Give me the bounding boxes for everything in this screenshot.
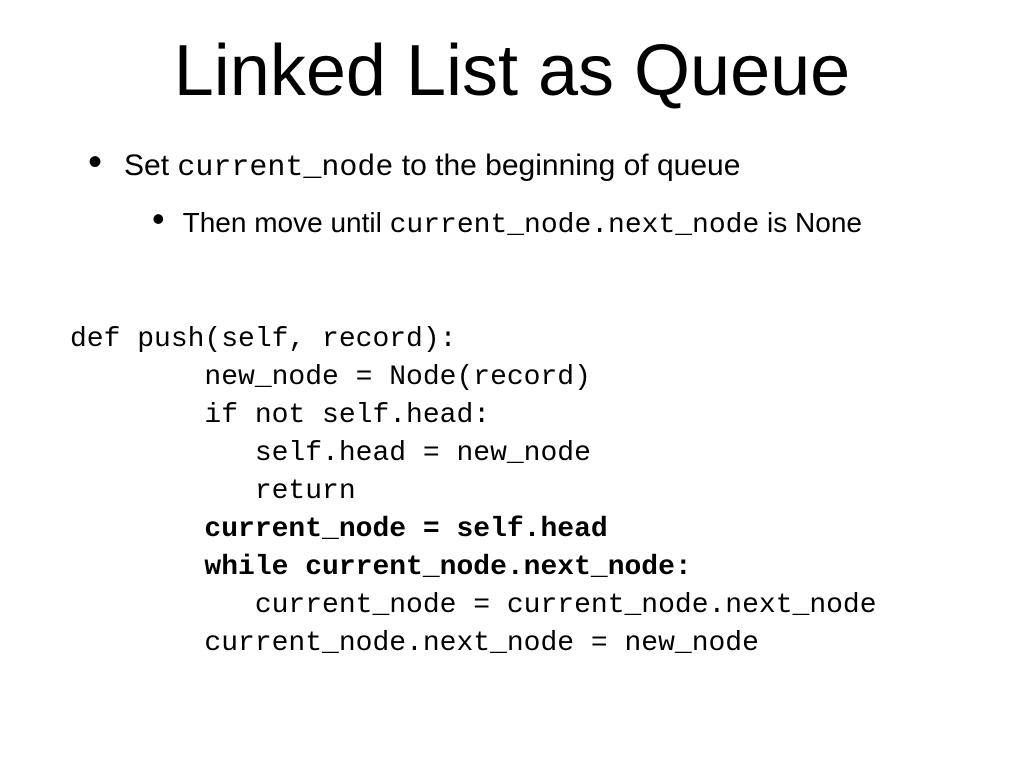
- bullet-level-2: • Then move until current_node.next_node…: [152, 206, 984, 243]
- bullet-2-text: Then move until current_node.next_node i…: [183, 206, 862, 243]
- bullet-1-pre: Set: [124, 149, 177, 182]
- bullet-2-pre: Then move until: [183, 207, 390, 238]
- code-line-bold: current_node = self.head: [70, 514, 608, 545]
- bullet-list: • Set current_node to the beginning of q…: [88, 148, 984, 243]
- code-line: new_node = Node(record): [70, 362, 591, 393]
- bullet-1-code: current_node: [177, 151, 393, 185]
- bullet-dot-icon: •: [152, 206, 165, 232]
- code-block: def push(self, record): new_node = Node(…: [70, 283, 984, 701]
- bullet-1-text: Set current_node to the beginning of que…: [124, 148, 740, 186]
- bullet-level-1: • Set current_node to the beginning of q…: [88, 148, 984, 186]
- code-line-bold: while current_node.next_node:: [70, 552, 692, 583]
- bullet-dot-icon: •: [88, 148, 102, 176]
- slide: Linked List as Queue • Set current_node …: [0, 0, 1024, 768]
- code-line: return: [70, 476, 356, 507]
- code-line: if not self.head:: [70, 400, 490, 431]
- bullet-1-post: to the beginning of queue: [393, 149, 740, 182]
- code-line: self.head = new_node: [70, 438, 591, 469]
- slide-title: Linked List as Queue: [40, 30, 984, 112]
- code-line: def push(self, record):: [70, 324, 456, 355]
- code-line: current_node.next_node = new_node: [70, 628, 759, 659]
- code-line: current_node = current_node.next_node: [70, 590, 877, 621]
- bullet-2-code: current_node.next_node: [390, 210, 760, 241]
- bullet-2-post: is None: [759, 207, 862, 238]
